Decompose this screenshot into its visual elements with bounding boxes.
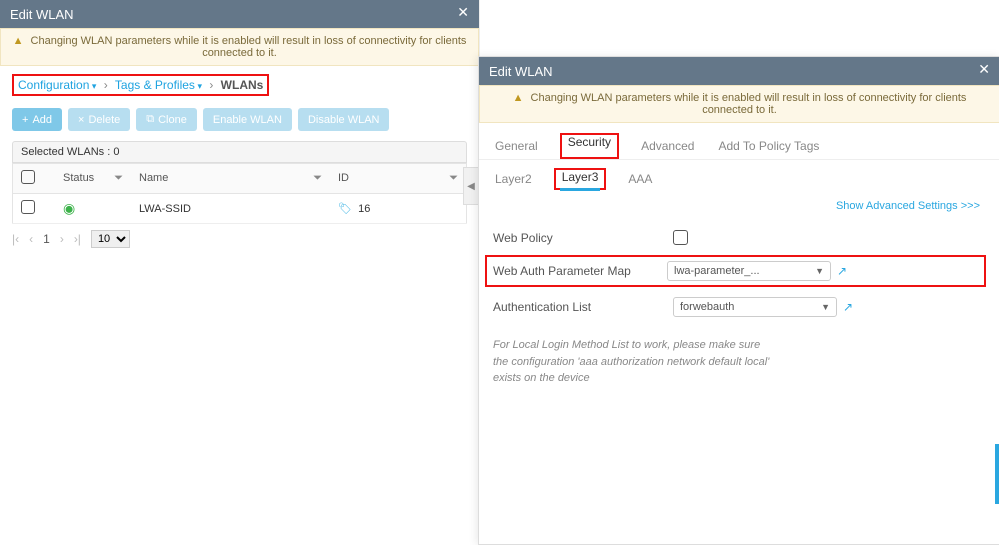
pager-current: 1: [43, 232, 50, 246]
select-all-checkbox[interactable]: [21, 170, 35, 184]
plus-icon: +: [22, 114, 28, 126]
warning-icon: ▲: [13, 35, 24, 47]
chevron-right-icon: ›: [209, 78, 213, 92]
left-alert: ▲ Changing WLAN parameters while it is e…: [0, 28, 479, 66]
tab-security[interactable]: Security: [566, 129, 613, 155]
breadcrumb-configuration[interactable]: Configuration: [18, 78, 89, 92]
warning-icon: ▲: [513, 92, 524, 104]
right-panel-header: Edit WLAN ✕: [479, 57, 999, 85]
row-id: 16: [358, 203, 370, 215]
pager-prev[interactable]: ‹: [29, 232, 33, 246]
left-panel-title: Edit WLAN: [10, 7, 74, 22]
disable-wlan-button[interactable]: Disable WLAN: [298, 108, 390, 131]
breadcrumb-tags-profiles[interactable]: Tags & Profiles: [115, 78, 195, 92]
col-name[interactable]: Name: [139, 172, 168, 184]
auth-list-value: forwebauth: [680, 301, 734, 313]
toolbar: +Add ×Delete ⧉Clone Enable WLAN Disable …: [0, 104, 479, 141]
config-note: For Local Login Method List to work, ple…: [479, 331, 867, 393]
col-status[interactable]: Status: [63, 172, 94, 184]
caret-down-icon: ▼: [815, 266, 824, 276]
filter-icon[interactable]: ⏷: [449, 172, 458, 185]
row-name: LWA-SSID: [139, 203, 191, 215]
web-auth-map-select[interactable]: lwa-parameter_... ▼: [667, 261, 831, 281]
pager: |‹ ‹ 1 › ›| 10: [12, 230, 467, 248]
layer3-form: Web Policy Web Auth Parameter Map lwa-pa…: [479, 216, 999, 331]
tab-policy-tags[interactable]: Add To Policy Tags: [716, 133, 821, 159]
clone-button[interactable]: ⧉Clone: [136, 108, 197, 131]
left-panel-header: Edit WLAN ✕: [0, 0, 479, 28]
right-alert-text: Changing WLAN parameters while it is ena…: [531, 92, 967, 116]
breadcrumb-wlans: WLANs: [221, 78, 264, 92]
pager-first[interactable]: |‹: [12, 232, 19, 246]
web-policy-label: Web Policy: [493, 231, 673, 245]
breadcrumb: Configuration ▾ › Tags & Profiles ▾ › WL…: [0, 66, 479, 104]
selected-count: Selected WLANs : 0: [12, 141, 467, 163]
caret-down-icon: ▼: [821, 302, 830, 312]
scroll-indicator: [995, 444, 999, 504]
enable-wlan-button[interactable]: Enable WLAN: [203, 108, 292, 131]
row-checkbox[interactable]: [21, 200, 35, 214]
right-close-icon[interactable]: ✕: [978, 61, 990, 78]
left-close-icon[interactable]: ✕: [457, 4, 469, 21]
right-alert: ▲ Changing WLAN parameters while it is e…: [479, 85, 999, 123]
subtab-aaa[interactable]: AAA: [626, 168, 654, 190]
web-auth-map-label: Web Auth Parameter Map: [493, 264, 667, 278]
clone-icon: ⧉: [146, 113, 154, 126]
filter-icon[interactable]: ⏷: [114, 172, 123, 185]
auth-list-select[interactable]: forwebauth ▼: [673, 297, 837, 317]
web-policy-checkbox[interactable]: [673, 230, 688, 245]
filter-icon[interactable]: ⏷: [313, 172, 322, 185]
subtabs: Layer2 Layer3 AAA: [479, 160, 999, 196]
pager-last[interactable]: ›|: [74, 232, 81, 246]
auth-list-label: Authentication List: [493, 300, 673, 314]
show-advanced-link[interactable]: Show Advanced Settings >>>: [479, 196, 999, 216]
external-link-icon[interactable]: ↗: [843, 300, 853, 314]
tab-general[interactable]: General: [493, 133, 540, 159]
tabs: General Security Advanced Add To Policy …: [479, 123, 999, 160]
web-auth-map-value: lwa-parameter_...: [674, 265, 760, 277]
expand-chevron-icon[interactable]: ◀: [463, 167, 479, 205]
x-icon: ×: [78, 114, 84, 126]
subtab-layer2[interactable]: Layer2: [493, 168, 534, 190]
chevron-right-icon: ›: [104, 78, 108, 92]
wlan-table: Status ⏷ Name ⏷ ID ⏷ ◉ LWA-SSID 🏷 16: [12, 163, 467, 224]
add-button[interactable]: +Add: [12, 108, 62, 131]
tag-icon: 🏷: [338, 203, 352, 215]
page-size-select[interactable]: 10: [91, 230, 130, 248]
delete-button[interactable]: ×Delete: [68, 108, 130, 131]
pager-next[interactable]: ›: [60, 232, 64, 246]
col-id[interactable]: ID: [338, 172, 349, 184]
left-alert-text: Changing WLAN parameters while it is ena…: [31, 35, 467, 59]
subtab-layer3[interactable]: Layer3: [560, 166, 601, 191]
tab-advanced[interactable]: Advanced: [639, 133, 696, 159]
status-up-icon: ◉: [63, 200, 75, 216]
right-panel-title: Edit WLAN: [489, 64, 553, 79]
table-row[interactable]: ◉ LWA-SSID 🏷 16: [13, 194, 467, 224]
external-link-icon[interactable]: ↗: [837, 264, 847, 278]
